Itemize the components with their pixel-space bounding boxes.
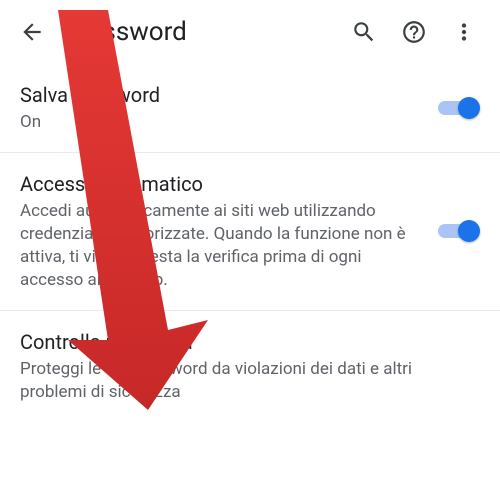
- save-passwords-status: On: [20, 111, 424, 134]
- auto-signin-text: Accesso automatico Accedi automaticament…: [20, 171, 436, 292]
- more-vert-icon: [451, 19, 477, 45]
- page-title: Password: [72, 17, 340, 47]
- help-icon: [401, 19, 427, 45]
- auto-signin-description: Accedi automaticamente ai siti web utili…: [20, 200, 424, 292]
- back-button[interactable]: [8, 8, 56, 56]
- check-passwords-title: Controlla password: [20, 329, 468, 356]
- auto-signin-row[interactable]: Accesso automatico Accedi automaticament…: [0, 153, 500, 310]
- save-passwords-title: Salva password: [20, 82, 424, 109]
- toggle-thumb: [458, 220, 480, 242]
- auto-signin-title: Accesso automatico: [20, 171, 424, 198]
- app-bar: Password: [0, 0, 500, 64]
- more-button[interactable]: [440, 8, 488, 56]
- save-passwords-text: Salva password On: [20, 82, 436, 134]
- auto-signin-toggle[interactable]: [436, 219, 480, 243]
- check-passwords-row[interactable]: Controlla password Proteggi le tue passw…: [0, 311, 500, 422]
- help-button[interactable]: [390, 8, 438, 56]
- toggle-thumb: [458, 97, 480, 119]
- check-passwords-description: Proteggi le tue password da violazioni d…: [20, 358, 468, 404]
- header-actions: [340, 8, 488, 56]
- check-passwords-text: Controlla password Proteggi le tue passw…: [20, 329, 480, 404]
- save-passwords-row[interactable]: Salva password On: [0, 64, 500, 152]
- save-passwords-toggle[interactable]: [436, 96, 480, 120]
- search-button[interactable]: [340, 8, 388, 56]
- arrow-back-icon: [19, 19, 45, 45]
- search-icon: [351, 19, 377, 45]
